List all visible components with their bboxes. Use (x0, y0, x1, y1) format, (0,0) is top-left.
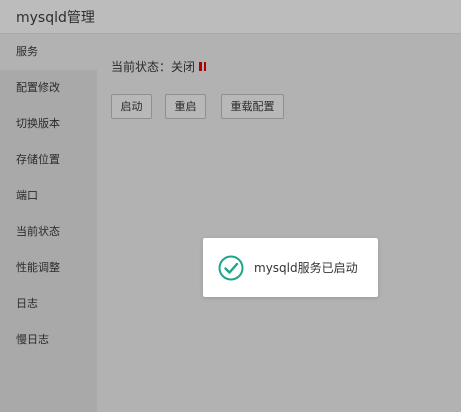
restart-button[interactable]: 重启 (165, 94, 206, 119)
check-circle-icon (217, 254, 245, 282)
sidebar-item-current-status[interactable]: 当前状态 (0, 214, 97, 250)
pause-icon (199, 62, 207, 71)
sidebar-item-switch-version[interactable]: 切换版本 (0, 106, 97, 142)
sidebar-item-service[interactable]: 服务 (0, 34, 97, 70)
sidebar-item-slow-log[interactable]: 慢日志 (0, 322, 97, 358)
start-button[interactable]: 启动 (111, 94, 152, 119)
sidebar-item-storage-location[interactable]: 存储位置 (0, 142, 97, 178)
service-status: 当前状态： 关闭 (111, 58, 207, 75)
toast-notification: mysqld服务已启动 (203, 238, 378, 297)
status-label: 当前状态： (111, 60, 172, 74)
title-bar: mysqld管理 (0, 0, 461, 34)
sidebar-item-performance-tuning[interactable]: 性能调整 (0, 250, 97, 286)
sidebar: 服务 配置修改 切换版本 存储位置 端口 当前状态 性能调整 日志 慢日志 (0, 34, 97, 412)
toast-message: mysqld服务已启动 (254, 261, 358, 275)
sidebar-item-config-edit[interactable]: 配置修改 (0, 70, 97, 106)
reload-config-button[interactable]: 重载配置 (221, 94, 284, 119)
sidebar-item-log[interactable]: 日志 (0, 286, 97, 322)
status-value: 关闭 (171, 60, 196, 74)
sidebar-item-port[interactable]: 端口 (0, 178, 97, 214)
main-panel: 当前状态： 关闭 启动 重启 重载配置 (97, 34, 461, 412)
window-title: mysqld管理 (16, 10, 95, 26)
